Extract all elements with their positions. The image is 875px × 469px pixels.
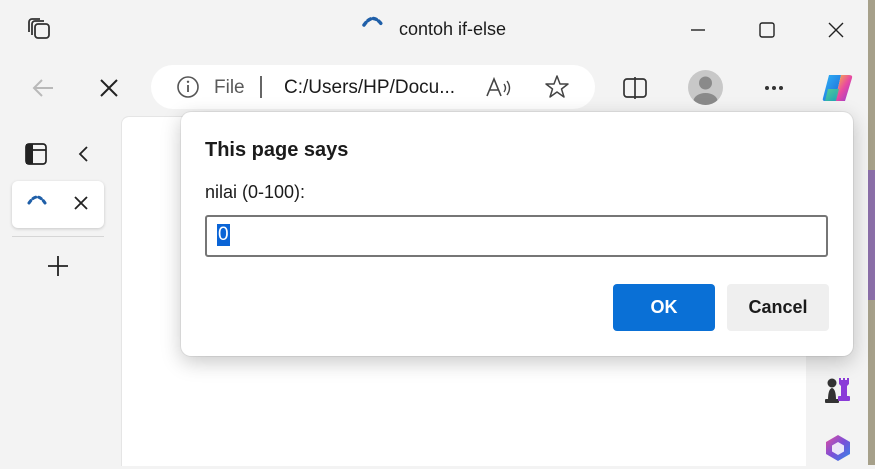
dialog-message: nilai (0-100): bbox=[205, 182, 306, 202]
cancel-button[interactable]: Cancel bbox=[727, 284, 829, 331]
vertical-tabs-panel-icon[interactable] bbox=[23, 141, 49, 167]
chevron-left-icon[interactable] bbox=[72, 142, 96, 166]
loading-spinner-icon bbox=[361, 14, 385, 28]
close-icon bbox=[828, 22, 844, 38]
tab-actions-icon[interactable] bbox=[26, 16, 54, 44]
read-aloud-icon[interactable] bbox=[484, 74, 512, 102]
close-tab-icon[interactable] bbox=[70, 192, 92, 214]
split-screen-icon[interactable] bbox=[619, 72, 651, 104]
chess-game-icon[interactable] bbox=[820, 372, 854, 406]
ok-button[interactable]: OK bbox=[613, 284, 715, 331]
info-icon[interactable] bbox=[176, 75, 200, 99]
more-icon[interactable] bbox=[757, 72, 791, 104]
dialog-title: This page says bbox=[205, 139, 349, 161]
profile-avatar[interactable] bbox=[688, 70, 723, 105]
microsoft-365-icon[interactable] bbox=[822, 432, 854, 464]
maximize-button[interactable] bbox=[747, 10, 787, 50]
minimize-button[interactable] bbox=[678, 10, 718, 50]
prompt-input[interactable]: 0 bbox=[205, 215, 828, 257]
star-icon[interactable] bbox=[543, 73, 571, 101]
loading-spinner-icon bbox=[26, 192, 48, 205]
tabs-divider bbox=[12, 236, 104, 237]
background-window-edge-accent bbox=[868, 170, 875, 300]
back-arrow-icon bbox=[32, 79, 53, 97]
address-url[interactable]: C:/Users/HP/Docu... bbox=[284, 77, 455, 99]
maximize-icon bbox=[759, 22, 775, 38]
window-title: contoh if-else bbox=[399, 19, 507, 39]
prompt-input-value: 0 bbox=[217, 224, 230, 246]
file-scheme-label: File bbox=[214, 77, 245, 98]
address-divider bbox=[260, 76, 262, 98]
minimize-icon bbox=[691, 29, 705, 31]
back-button[interactable] bbox=[25, 70, 61, 106]
stop-loading-button[interactable] bbox=[91, 70, 127, 106]
stop-loading-icon bbox=[100, 79, 118, 97]
vertical-tabs-panel bbox=[0, 116, 120, 465]
close-window-button[interactable] bbox=[816, 10, 856, 50]
copilot-icon[interactable] bbox=[819, 69, 857, 107]
plus-icon[interactable] bbox=[44, 252, 72, 280]
